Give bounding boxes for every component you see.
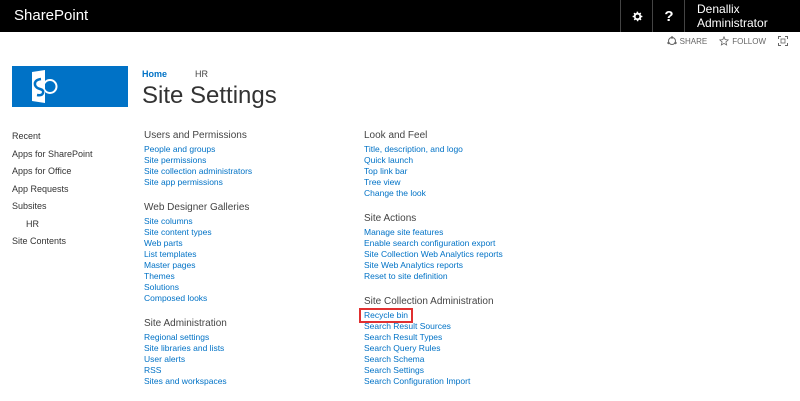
follow-label: FOLLOW bbox=[732, 36, 766, 46]
nav-apps-for-sharepoint[interactable]: Apps for SharePoint bbox=[12, 146, 93, 164]
link-sites-and-workspaces[interactable]: Sites and workspaces bbox=[144, 376, 252, 387]
breadcrumb-current[interactable]: HR bbox=[195, 69, 208, 79]
link-list-templates[interactable]: List templates bbox=[144, 249, 252, 260]
link-web-parts[interactable]: Web parts bbox=[144, 238, 252, 249]
breadcrumb-home[interactable]: Home bbox=[142, 69, 167, 79]
nav-subsite-hr[interactable]: HR bbox=[12, 216, 93, 234]
gear-icon bbox=[632, 11, 642, 21]
link-user-alerts[interactable]: User alerts bbox=[144, 354, 252, 365]
nav-subsites[interactable]: Subsites bbox=[12, 198, 93, 216]
section-web-designer-galleries: Web Designer Galleries Site columns Site… bbox=[144, 202, 252, 304]
settings-column-left: Users and Permissions People and groups … bbox=[144, 130, 252, 401]
section-site-actions: Site Actions Manage site features Enable… bbox=[364, 213, 503, 282]
link-site-permissions[interactable]: Site permissions bbox=[144, 155, 252, 166]
link-solutions[interactable]: Solutions bbox=[144, 282, 252, 293]
share-button[interactable]: SHARE bbox=[666, 36, 708, 46]
section-heading: Site Administration bbox=[144, 318, 227, 329]
link-search-result-sources[interactable]: Search Result Sources bbox=[364, 321, 503, 332]
section-heading: Site Collection Administration bbox=[364, 296, 494, 307]
link-search-schema[interactable]: Search Schema bbox=[364, 354, 503, 365]
link-themes[interactable]: Themes bbox=[144, 271, 252, 282]
quick-launch: Recent Apps for SharePoint Apps for Offi… bbox=[12, 128, 93, 251]
link-people-and-groups[interactable]: People and groups bbox=[144, 144, 252, 155]
link-site-collection-administrators[interactable]: Site collection administrators bbox=[144, 166, 252, 177]
nav-recent[interactable]: Recent bbox=[12, 128, 93, 146]
link-rss[interactable]: RSS bbox=[144, 365, 252, 376]
link-quick-launch[interactable]: Quick launch bbox=[364, 155, 503, 166]
link-manage-site-features[interactable]: Manage site features bbox=[364, 227, 503, 238]
link-recycle-bin-wrapper: Recycle bin bbox=[359, 308, 503, 323]
sharepoint-brand[interactable]: SharePoint bbox=[14, 7, 88, 24]
link-master-pages[interactable]: Master pages bbox=[144, 260, 252, 271]
focus-button[interactable] bbox=[778, 36, 788, 46]
link-composed-looks[interactable]: Composed looks bbox=[144, 293, 252, 304]
focus-icon bbox=[778, 36, 788, 46]
link-site-web-analytics[interactable]: Site Web Analytics reports bbox=[364, 260, 503, 271]
link-search-settings[interactable]: Search Settings bbox=[364, 365, 503, 376]
user-menu[interactable]: Denallix Administrator bbox=[684, 0, 800, 32]
link-regional-settings[interactable]: Regional settings bbox=[144, 332, 252, 343]
section-site-administration: Site Administration Regional settings Si… bbox=[144, 318, 252, 387]
link-site-collection-web-analytics[interactable]: Site Collection Web Analytics reports bbox=[364, 249, 503, 260]
settings-button[interactable] bbox=[620, 0, 653, 32]
link-search-query-rules[interactable]: Search Query Rules bbox=[364, 343, 503, 354]
settings-column-right: Look and Feel Title, description, and lo… bbox=[359, 130, 503, 401]
follow-button[interactable]: FOLLOW bbox=[719, 36, 766, 46]
link-site-app-permissions[interactable]: Site app permissions bbox=[144, 177, 252, 188]
nav-site-contents[interactable]: Site Contents bbox=[12, 233, 93, 251]
user-name: Denallix Administrator bbox=[697, 2, 768, 30]
link-top-link-bar[interactable]: Top link bar bbox=[364, 166, 503, 177]
section-look-and-feel: Look and Feel Title, description, and lo… bbox=[364, 130, 503, 199]
link-search-configuration-import[interactable]: Search Configuration Import bbox=[364, 376, 503, 387]
section-heading: Site Actions bbox=[364, 213, 417, 224]
breadcrumb: Home HR bbox=[142, 69, 208, 79]
link-site-content-types[interactable]: Site content types bbox=[144, 227, 252, 238]
section-users-permissions: Users and Permissions People and groups … bbox=[144, 130, 252, 188]
link-site-columns[interactable]: Site columns bbox=[144, 216, 252, 227]
section-heading: Look and Feel bbox=[364, 130, 428, 141]
link-reset-to-site-definition[interactable]: Reset to site definition bbox=[364, 271, 503, 282]
section-heading: Web Designer Galleries bbox=[144, 202, 250, 213]
share-label: SHARE bbox=[679, 36, 708, 46]
help-icon: ? bbox=[664, 7, 674, 25]
follow-star-icon bbox=[719, 36, 730, 46]
page-title: Site Settings bbox=[142, 82, 277, 109]
nav-app-requests[interactable]: App Requests bbox=[12, 181, 93, 199]
link-tree-view[interactable]: Tree view bbox=[364, 177, 503, 188]
sharepoint-logo bbox=[12, 66, 128, 107]
section-site-collection-administration: Site Collection Administration Recycle b… bbox=[359, 296, 503, 387]
site-logo[interactable] bbox=[12, 66, 128, 107]
link-title-description-logo[interactable]: Title, description, and logo bbox=[364, 144, 503, 155]
share-icon bbox=[666, 36, 677, 45]
link-enable-search-config-export[interactable]: Enable search configuration export bbox=[364, 238, 503, 249]
link-search-result-types[interactable]: Search Result Types bbox=[364, 332, 503, 343]
section-heading: Users and Permissions bbox=[144, 130, 247, 141]
help-button[interactable]: ? bbox=[652, 0, 685, 32]
page-actions: SHARE FOLLOW bbox=[666, 36, 788, 46]
nav-apps-for-office[interactable]: Apps for Office bbox=[12, 163, 93, 181]
suite-bar: SharePoint ? Denallix Administrator bbox=[0, 0, 800, 32]
link-site-libraries-and-lists[interactable]: Site libraries and lists bbox=[144, 343, 252, 354]
link-change-the-look[interactable]: Change the look bbox=[364, 188, 503, 199]
